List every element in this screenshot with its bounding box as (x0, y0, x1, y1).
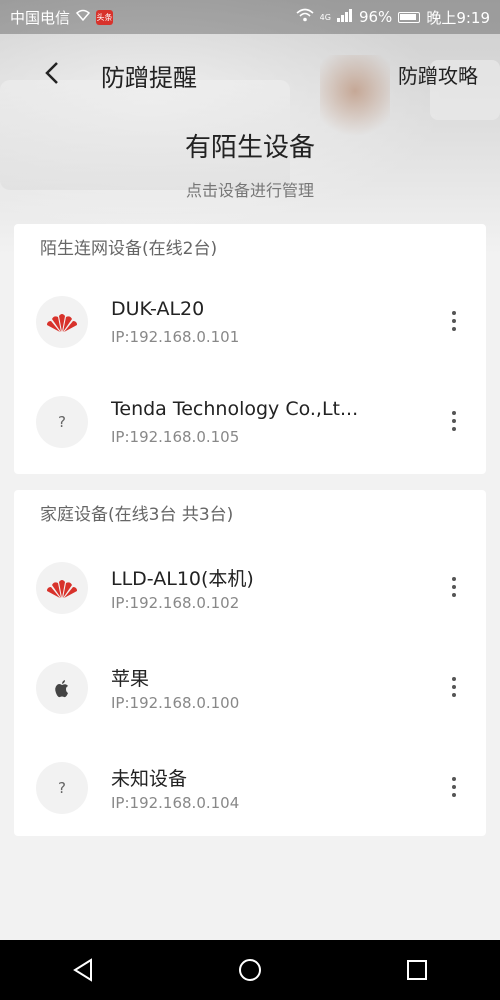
dot (452, 685, 456, 689)
device-ip: IP:192.168.0.102 (111, 594, 240, 612)
apple-logo-icon (36, 662, 88, 714)
square-recents-icon (406, 960, 427, 980)
dot (452, 593, 456, 597)
unknown-device-icon: ? (36, 762, 88, 814)
subline: 点击设备进行管理 (185, 181, 314, 200)
dot (452, 693, 456, 697)
network-type-label: 4G (319, 12, 331, 22)
huawei-logo-icon (36, 296, 88, 348)
home-devices-card: 家庭设备(在线3台 共3台) LLD-AL10(本机) IP:192.168.0… (14, 490, 486, 836)
question-mark-glyph: ? (58, 779, 66, 797)
huawei-logo-icon (36, 562, 88, 614)
carrier-label: 中国电信 (10, 8, 71, 27)
device-ip: IP:192.168.0.101 (111, 328, 240, 346)
back-button[interactable] (38, 58, 66, 88)
more-options-button[interactable] (444, 572, 464, 602)
device-row[interactable]: ? Tenda Technology Co.,Lt... IP:192.168.… (14, 374, 486, 474)
dot (452, 411, 456, 415)
status-left: 中国电信 头条 (10, 7, 114, 28)
device-row[interactable]: 苹果 IP:192.168.0.100 (14, 640, 486, 740)
circle-home-icon (238, 959, 261, 981)
dot (452, 577, 456, 581)
device-row[interactable]: ? 未知设备 IP:192.168.0.104 (14, 740, 486, 840)
wifi-alt-icon (75, 8, 91, 26)
more-options-button[interactable] (444, 672, 464, 702)
more-options-button[interactable] (444, 406, 464, 436)
triangle-back-icon (73, 958, 93, 982)
device-name: 苹果 (111, 668, 150, 690)
device-name: Tenda Technology Co.,Lt... (111, 398, 359, 420)
system-nav-bar (0, 940, 500, 1000)
battery-percent: 96% (358, 8, 393, 26)
nav-recents-button[interactable] (397, 950, 437, 990)
dot (452, 419, 456, 423)
nav-home-button[interactable] (230, 950, 270, 990)
guide-link[interactable]: 防蹭攻略 (398, 60, 478, 89)
dot (452, 427, 456, 431)
device-name: LLD-AL10(本机) (111, 568, 254, 590)
more-options-button[interactable] (444, 772, 464, 802)
section-header: 家庭设备(在线3台 共3台) (40, 505, 234, 525)
app-bar: 防蹭提醒 防蹭攻略 (0, 48, 500, 100)
clock: 晚上9:19 (426, 8, 490, 27)
signal-icon (336, 8, 353, 26)
device-ip: IP:192.168.0.104 (111, 794, 240, 812)
device-row[interactable]: DUK-AL20 IP:192.168.0.101 (14, 274, 486, 374)
device-ip: IP:192.168.0.100 (111, 694, 240, 712)
headline: 有陌生设备 (184, 133, 315, 163)
page-title: 防蹭提醒 (101, 64, 197, 92)
dot (452, 785, 456, 789)
dot (452, 585, 456, 589)
status-bar: 中国电信 头条 4G 96% 晚上9:19 (0, 0, 500, 34)
more-options-button[interactable] (444, 306, 464, 336)
strange-devices-card: 陌生连网设备(在线2台) DUK-AL20 IP:192.168.0.101 ?… (14, 224, 486, 474)
wifi-icon (296, 8, 314, 26)
dot (452, 327, 456, 331)
dot (452, 677, 456, 681)
dot (452, 777, 456, 781)
device-name: DUK-AL20 (111, 298, 205, 320)
battery-icon (398, 11, 421, 23)
section-header: 陌生连网设备(在线2台) (40, 239, 218, 259)
unknown-device-icon: ? (36, 396, 88, 448)
chevron-left-icon (45, 62, 58, 84)
question-mark-glyph: ? (58, 413, 66, 431)
nav-back-button[interactable] (63, 950, 103, 990)
device-name: 未知设备 (111, 768, 188, 790)
status-right: 4G 96% 晚上9:19 (296, 7, 490, 28)
device-ip: IP:192.168.0.105 (111, 428, 240, 446)
dot (452, 319, 456, 323)
news-app-badge: 头条 (96, 9, 114, 25)
dot (452, 793, 456, 797)
device-row[interactable]: LLD-AL10(本机) IP:192.168.0.102 (14, 540, 486, 640)
dot (452, 311, 456, 315)
